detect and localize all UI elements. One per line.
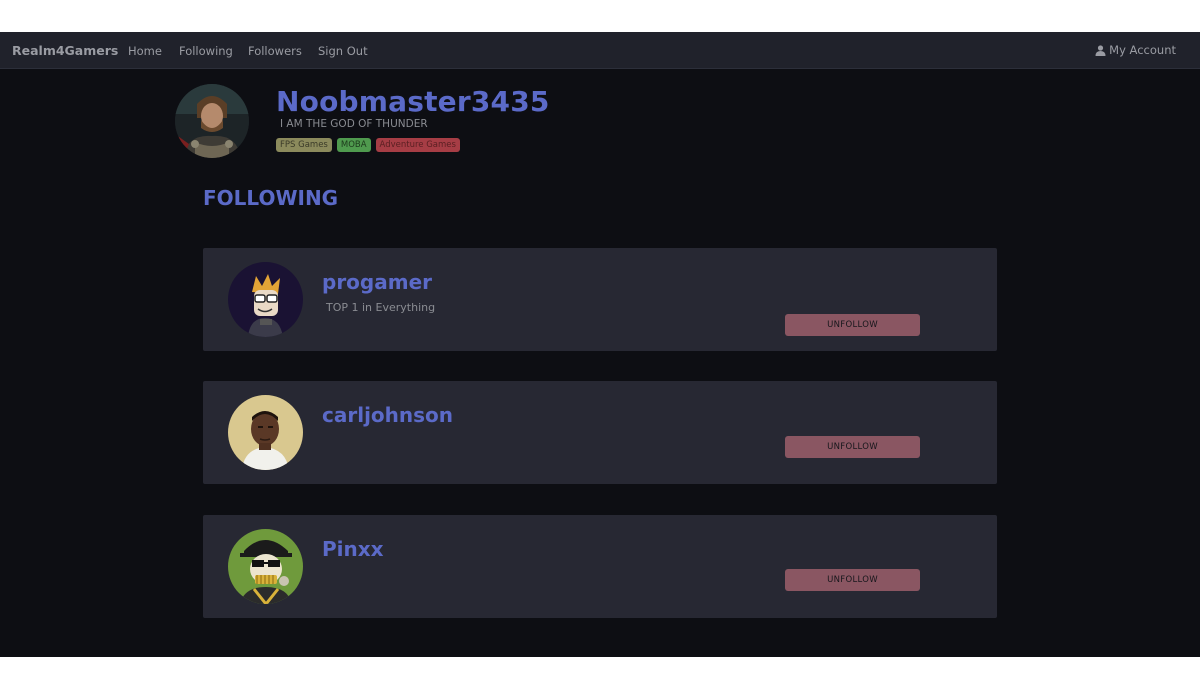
nav-followers[interactable]: Followers [248,44,302,58]
nav-home[interactable]: Home [128,44,162,58]
profile-tags: FPS Games MOBA Adventure Games [276,138,460,152]
following-card: progamer TOP 1 in Everything UNFOLLOW [203,248,997,351]
tag-fps-games[interactable]: FPS Games [276,138,332,152]
tag-moba[interactable]: MOBA [336,138,371,152]
unfollow-button-pinxx[interactable]: UNFOLLOW [785,569,920,591]
profile-username: Noobmaster3435 [276,85,550,118]
following-card: Pinxx UNFOLLOW [203,515,997,618]
username-pinxx[interactable]: Pinxx [322,537,384,561]
username-progamer[interactable]: progamer [322,270,432,294]
my-account-label: My Account [1109,43,1176,57]
username-carljohnson[interactable]: carljohnson [322,403,453,427]
user-avatar-pinxx[interactable] [228,529,303,604]
section-title-following: FOLLOWING [203,186,339,210]
my-account-link[interactable]: My Account [1095,43,1176,57]
profile-avatar [175,84,249,158]
user-avatar-carljohnson[interactable] [228,395,303,470]
user-icon [1095,44,1106,56]
nav-following[interactable]: Following [179,44,233,58]
following-card: carljohnson UNFOLLOW [203,381,997,484]
brand-logo[interactable]: Realm4Gamers [12,43,118,58]
tag-adventure-games[interactable]: Adventure Games [375,138,460,152]
bio-progamer: TOP 1 in Everything [326,301,436,314]
unfollow-button-carljohnson[interactable]: UNFOLLOW [785,436,920,458]
top-navbar: Realm4Gamers Home Following Followers Si… [0,32,1200,69]
app-frame: Realm4Gamers Home Following Followers Si… [0,32,1200,657]
nav-sign-out[interactable]: Sign Out [318,44,368,58]
unfollow-button-progamer[interactable]: UNFOLLOW [785,314,920,336]
profile-bio: I AM THE GOD OF THUNDER [280,118,428,130]
user-avatar-progamer[interactable] [228,262,303,337]
